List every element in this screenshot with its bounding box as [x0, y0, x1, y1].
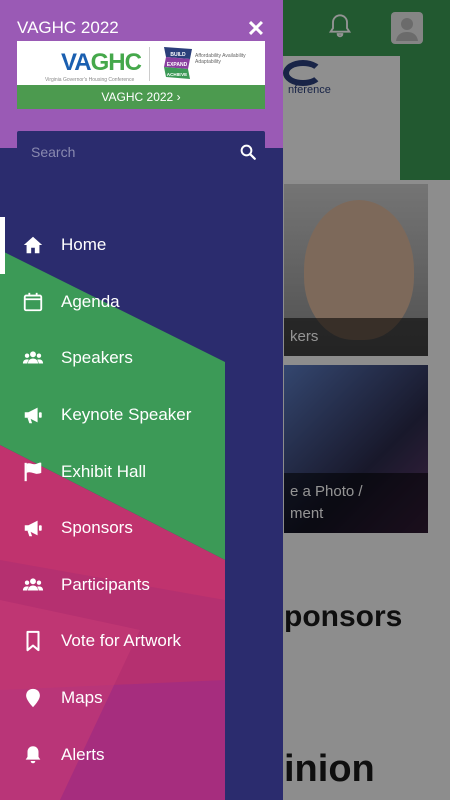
nav-item-label: Speakers — [61, 348, 133, 368]
megaphone-icon — [21, 516, 45, 540]
logo-divider — [149, 47, 150, 81]
build-expand-achieve-logo: BUILD EXPAND ACHIEVE — [164, 47, 192, 79]
nav-item-label: Participants — [61, 574, 150, 594]
flag-icon — [21, 460, 45, 484]
nav-item-label: Keynote Speaker — [61, 405, 192, 425]
vaghc-logo-part-a: VA — [61, 49, 92, 76]
nav-item-alerts[interactable]: Alerts — [0, 726, 283, 783]
nav-item-speakers[interactable]: Speakers — [0, 330, 283, 387]
nav-item-exhibit-hall[interactable]: Exhibit Hall — [0, 443, 283, 500]
close-icon[interactable]: ✕ — [246, 18, 266, 40]
bookmark-icon — [21, 629, 45, 653]
bell-icon — [21, 743, 45, 767]
svg-text:ACHIEVE: ACHIEVE — [167, 72, 187, 77]
search-box — [17, 131, 265, 173]
nav-item-label: Exhibit Hall — [61, 461, 147, 481]
nav-item-label: Agenda — [61, 291, 120, 311]
nav-item-maps[interactable]: Maps — [0, 670, 283, 727]
nav-item-vote-for-artwork[interactable]: Vote for Artwork — [0, 613, 283, 670]
active-indicator — [0, 217, 5, 274]
nav-item-keynote-speaker[interactable]: Keynote Speaker — [0, 387, 283, 444]
nav-item-label: Alerts — [61, 744, 105, 764]
nav-item-agenda[interactable]: Agenda — [0, 274, 283, 331]
vaghc-logo-part-b: GHC — [90, 49, 142, 76]
svg-text:EXPAND: EXPAND — [167, 62, 188, 68]
megaphone-icon — [21, 403, 45, 427]
drawer-nav: Home Agenda Speakers Keynote Speaker Exh… — [0, 217, 283, 783]
calendar-icon — [21, 290, 45, 314]
home-icon — [21, 233, 45, 257]
partner-logo-text: Affordability Availability Adaptability — [195, 53, 246, 65]
nav-item-sponsors[interactable]: Sponsors — [0, 500, 283, 557]
svg-text:BUILD: BUILD — [170, 52, 186, 58]
vaghc-logo: VAGHC — [61, 49, 142, 77]
nav-item-label: Home — [61, 235, 107, 255]
people-icon — [21, 346, 45, 370]
vaghc-logo-subtitle: Virginia Governor's Housing Conference — [45, 77, 135, 83]
nav-item-participants[interactable]: Participants — [0, 557, 283, 614]
nav-item-home[interactable]: Home — [0, 217, 283, 274]
nav-item-label: Sponsors — [61, 518, 133, 538]
search-icon[interactable] — [239, 143, 257, 161]
drawer-header: VAGHC 2022 ✕ VAGHC Virginia Governor's H… — [0, 0, 283, 148]
drawer-title: VAGHC 2022 — [17, 18, 119, 37]
event-link-button[interactable]: VAGHC 2022 › — [17, 85, 265, 109]
search-input[interactable] — [31, 142, 231, 162]
nav-item-label: Vote for Artwork — [61, 631, 181, 651]
map-pin-icon — [21, 686, 45, 710]
navigation-drawer: VAGHC 2022 ✕ VAGHC Virginia Governor's H… — [0, 0, 283, 800]
nav-item-label: Maps — [61, 688, 103, 708]
people-icon — [21, 573, 45, 597]
